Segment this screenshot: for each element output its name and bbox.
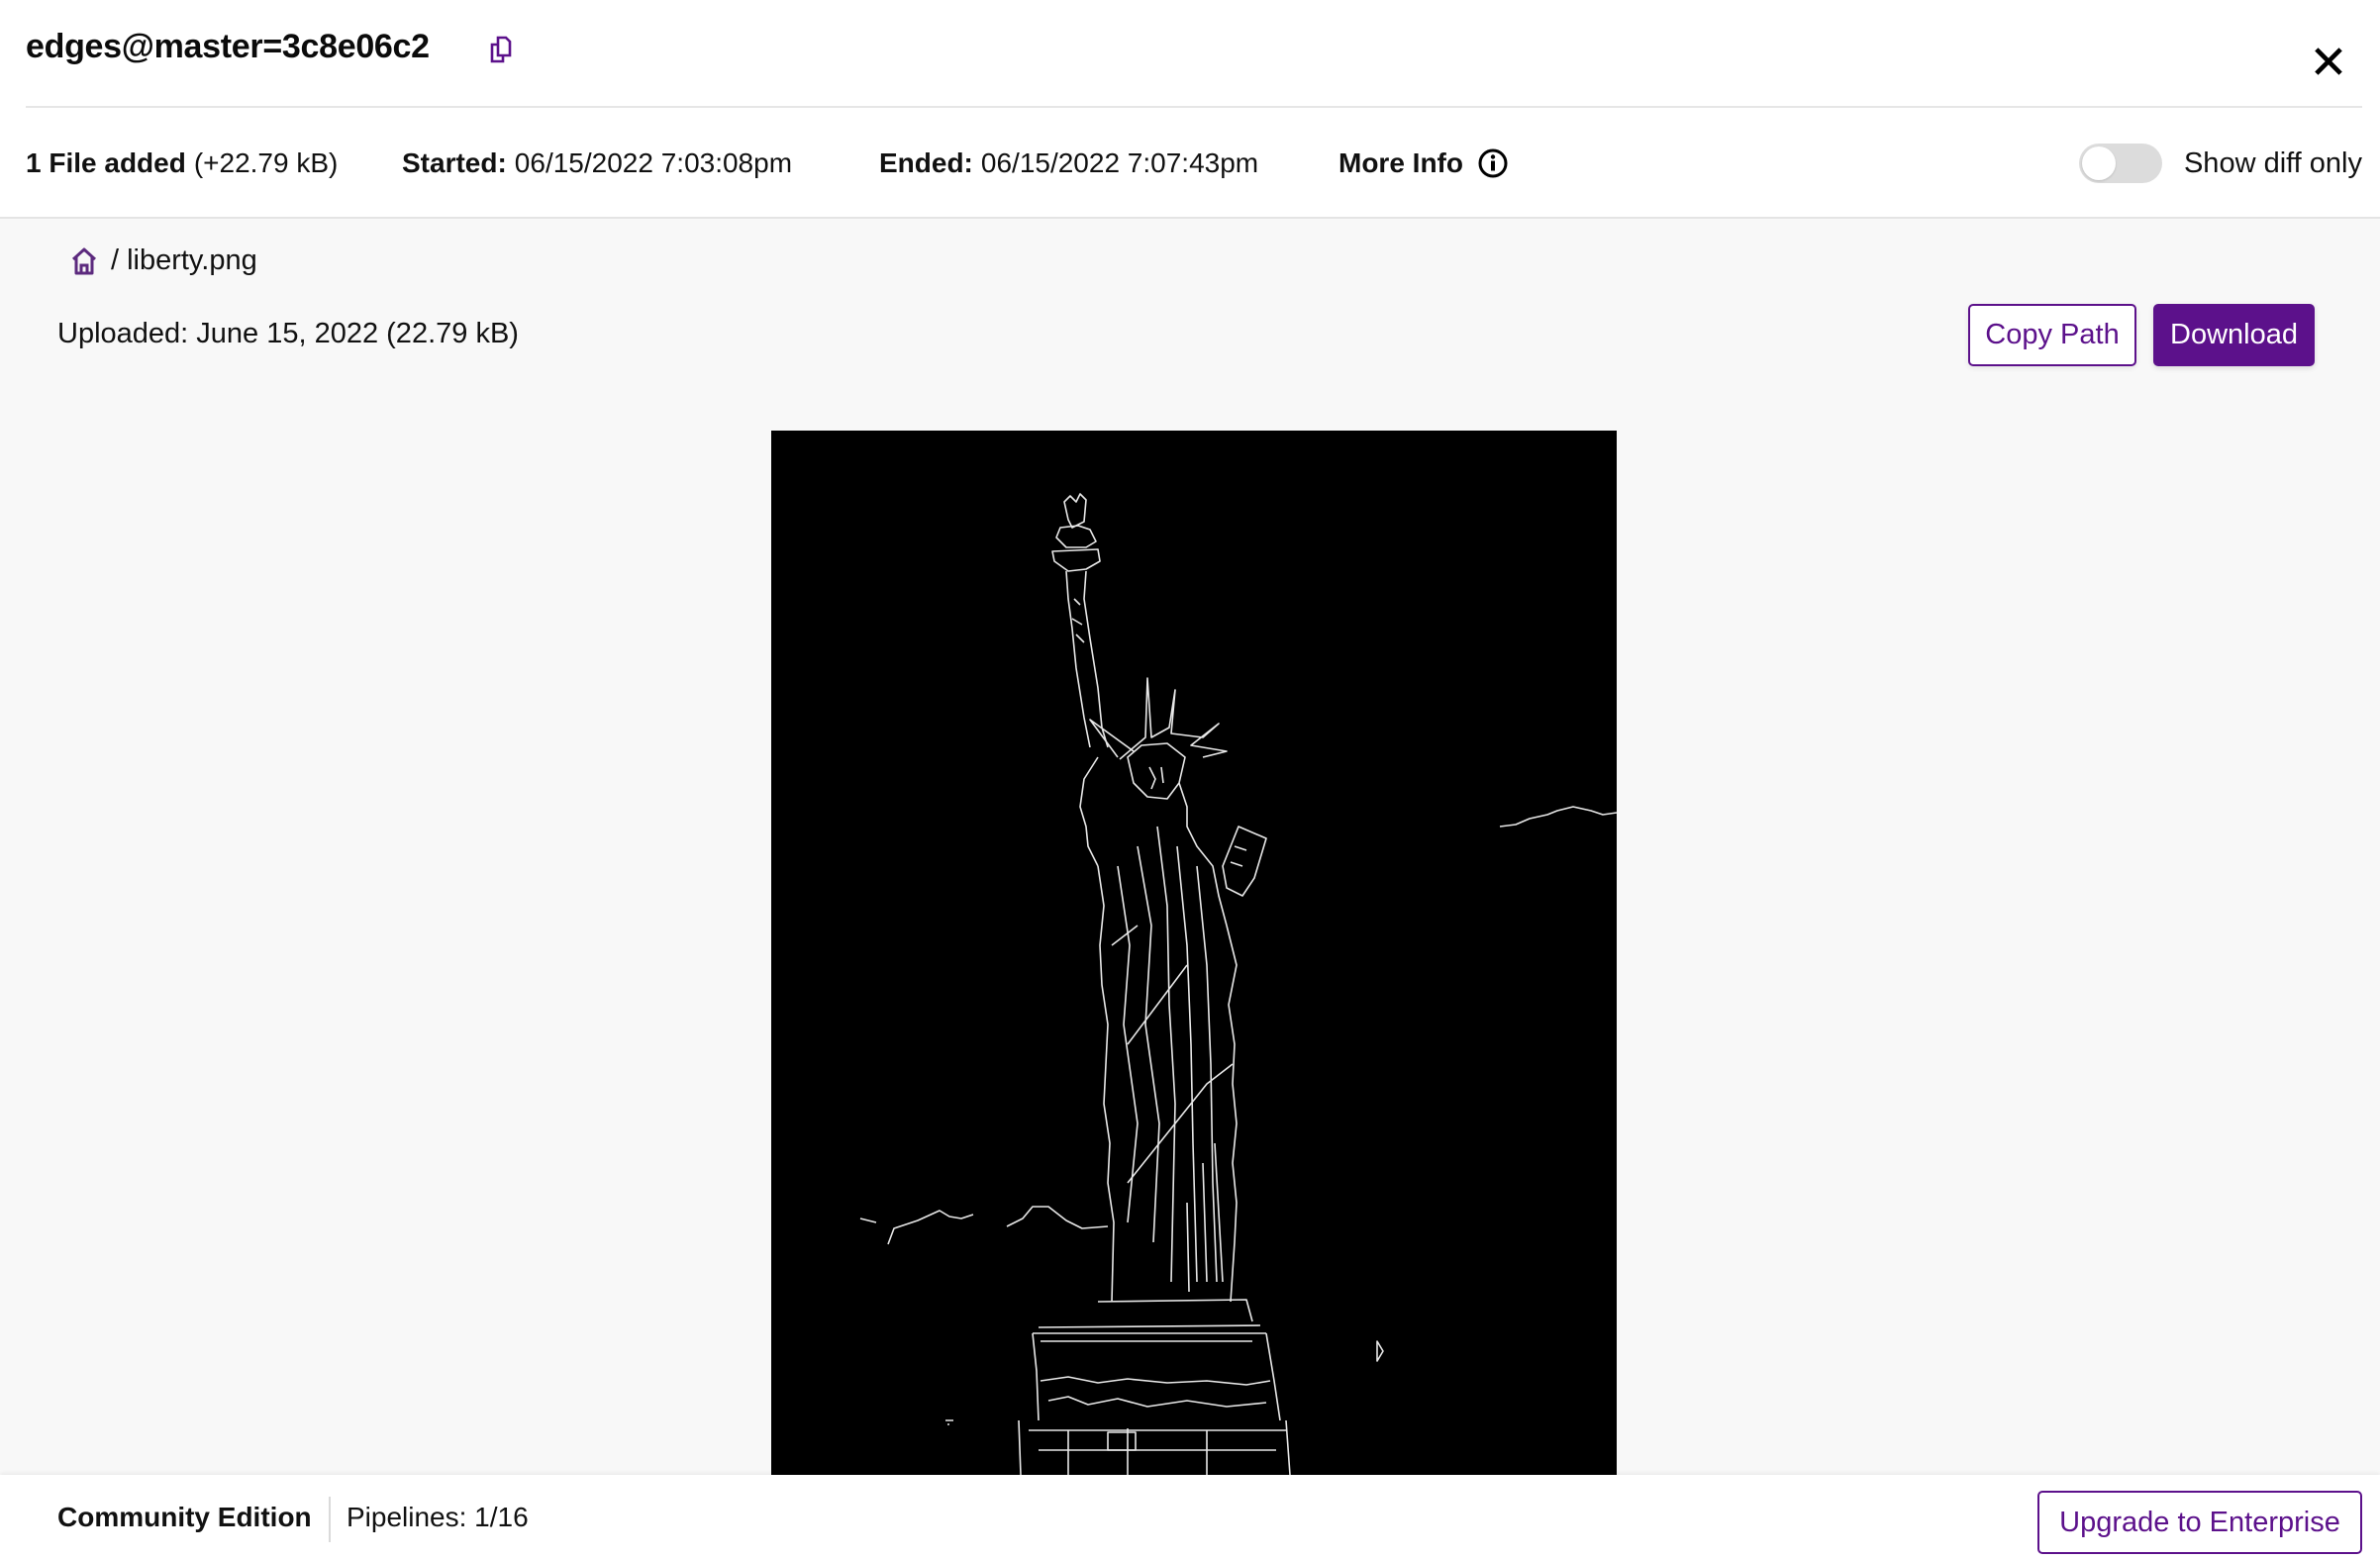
more-info-label: More Info [1339, 147, 1463, 178]
files-added: 1 File added (+22.79 kB) [26, 108, 338, 219]
image-preview [771, 431, 1617, 1475]
started-label: Started: [402, 147, 507, 178]
modal-header: edges@master=3c8e06c2 [0, 0, 2380, 108]
show-diff-toggle[interactable] [2078, 144, 2162, 183]
home-icon[interactable] [69, 246, 99, 276]
toggle-knob [2081, 146, 2116, 180]
info-icon [1478, 148, 1508, 178]
commit-title: edges@master=3c8e06c2 [26, 28, 430, 65]
close-icon [2315, 48, 2342, 75]
download-button[interactable]: Download [2153, 304, 2315, 366]
breadcrumb: / liberty.png [69, 244, 257, 277]
commit-meta-row: 1 File added (+22.79 kB) Started: 06/15/… [0, 108, 2380, 219]
app-footer: Community Edition Pipelines: 1/16 Upgrad… [0, 1475, 2380, 1560]
files-added-label: 1 File added [26, 147, 186, 178]
edition-label: Community Edition [57, 1502, 312, 1532]
ended-label: Ended: [879, 147, 973, 178]
copy-icon[interactable] [489, 36, 513, 63]
close-button[interactable] [2311, 44, 2346, 79]
ended-value: 06/15/2022 7:07:43pm [980, 147, 1259, 178]
statue-edge-image [859, 493, 1617, 1475]
upload-info: Uploaded: June 15, 2022 (22.79 kB) [57, 318, 519, 349]
more-info-button[interactable]: More Info [1339, 108, 1509, 219]
copy-path-button[interactable]: Copy Path [1968, 304, 2136, 366]
show-diff-label: Show diff only [2183, 146, 2362, 179]
upgrade-button[interactable]: Upgrade to Enterprise [2037, 1491, 2362, 1554]
file-content-area: / liberty.png Uploaded: June 15, 2022 (2… [0, 219, 2380, 1475]
ended-time: Ended: 06/15/2022 7:07:43pm [879, 108, 1258, 219]
started-time: Started: 06/15/2022 7:03:08pm [402, 108, 792, 219]
show-diff-toggle-group: Show diff only [2078, 108, 2362, 219]
started-value: 06/15/2022 7:03:08pm [514, 147, 793, 178]
breadcrumb-separator: / [111, 244, 120, 276]
pipelines-count: Pipelines: 1/16 [347, 1502, 529, 1532]
files-added-size: (+22.79 kB) [193, 147, 339, 178]
breadcrumb-filename: liberty.png [127, 244, 257, 276]
footer-divider [329, 1497, 331, 1542]
